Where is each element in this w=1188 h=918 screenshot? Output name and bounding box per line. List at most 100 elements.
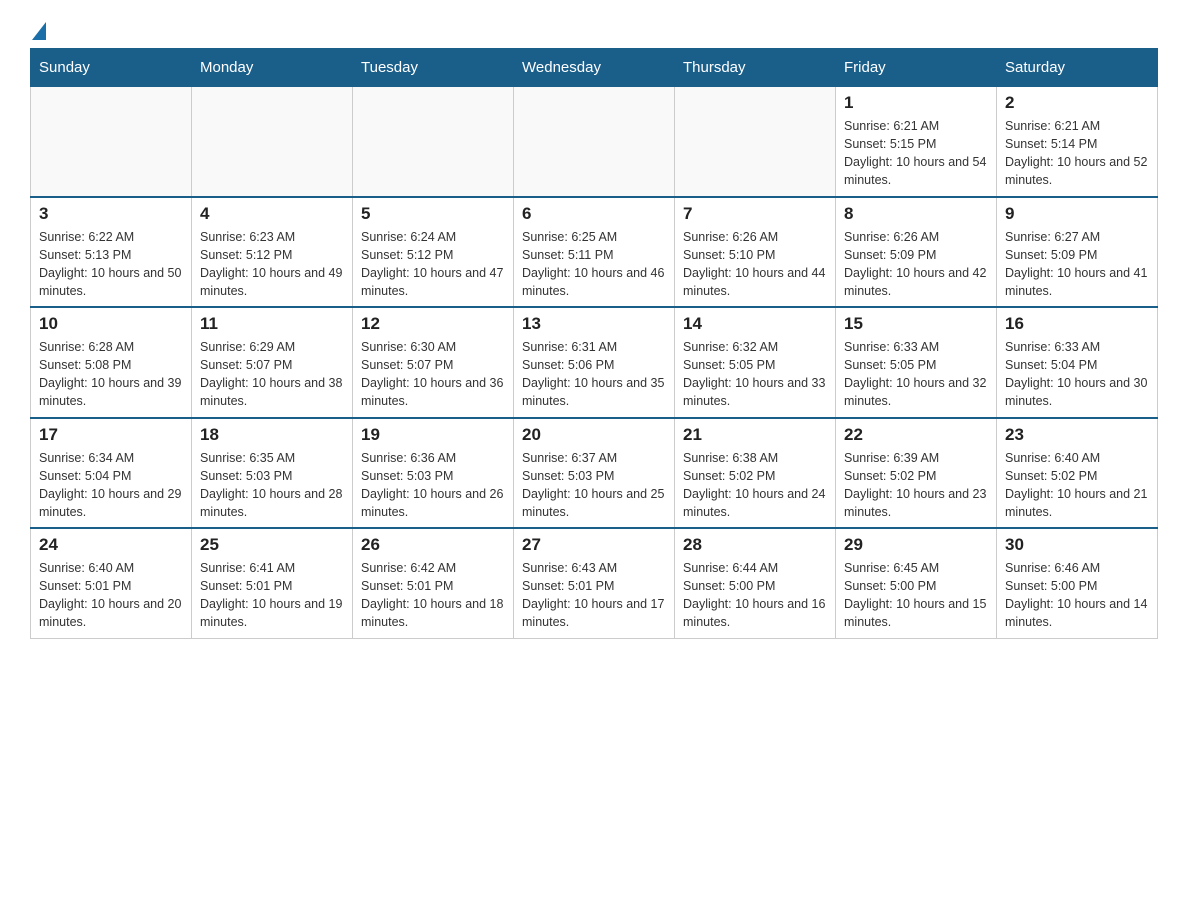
day-info: Sunrise: 6:40 AMSunset: 5:02 PMDaylight:… xyxy=(1005,449,1149,522)
day-info: Sunrise: 6:33 AMSunset: 5:05 PMDaylight:… xyxy=(844,338,988,411)
day-info: Sunrise: 6:30 AMSunset: 5:07 PMDaylight:… xyxy=(361,338,505,411)
day-info: Sunrise: 6:24 AMSunset: 5:12 PMDaylight:… xyxy=(361,228,505,301)
calendar-cell: 11Sunrise: 6:29 AMSunset: 5:07 PMDayligh… xyxy=(192,307,353,418)
calendar-cell: 3 Sunrise: 6:22 AMSunset: 5:13 PMDaylight… xyxy=(31,197,192,308)
calendar-cell: 12 Sunrise: 6:30 AMSunset: 5:07 PMDayligh… xyxy=(353,307,514,418)
weekday-header-monday: Monday xyxy=(192,49,353,87)
calendar-week-4: 17 Sunrise: 6:34 AMSunset: 5:04 PMDayligh… xyxy=(31,418,1158,529)
calendar-cell: 1 Sunrise: 6:21 AMSunset: 5:15 PMDaylight… xyxy=(836,87,997,197)
day-info: Sunrise: 6:37 AMSunset: 5:03 PMDaylight:… xyxy=(522,449,666,522)
day-info: Sunrise: 6:31 AMSunset: 5:06 PMDaylight:… xyxy=(522,338,666,411)
day-info: Sunrise: 6:33 AMSunset: 5:04 PMDaylight:… xyxy=(1005,338,1149,411)
calendar-cell: 5Sunrise: 6:24 AMSunset: 5:12 PMDaylight… xyxy=(353,197,514,308)
day-info: Sunrise: 6:41 AMSunset: 5:01 PMDaylight:… xyxy=(200,559,344,632)
calendar-cell: 4Sunrise: 6:23 AMSunset: 5:12 PMDaylight… xyxy=(192,197,353,308)
day-number: 14 xyxy=(683,314,827,334)
calendar-cell xyxy=(31,87,192,197)
day-info: Sunrise: 6:42 AMSunset: 5:01 PMDaylight:… xyxy=(361,559,505,632)
calendar-cell: 22 Sunrise: 6:39 AMSunset: 5:02 PMDayligh… xyxy=(836,418,997,529)
day-number: 7 xyxy=(683,204,827,224)
calendar-cell: 19 Sunrise: 6:36 AMSunset: 5:03 PMDayligh… xyxy=(353,418,514,529)
day-number: 1 xyxy=(844,93,988,113)
day-number: 6 xyxy=(522,204,666,224)
page-header xyxy=(30,20,1158,38)
day-number: 18 xyxy=(200,425,344,445)
calendar-cell: 21 Sunrise: 6:38 AMSunset: 5:02 PMDayligh… xyxy=(675,418,836,529)
day-number: 11 xyxy=(200,314,344,334)
calendar-cell xyxy=(353,87,514,197)
day-number: 4 xyxy=(200,204,344,224)
day-info: Sunrise: 6:26 AMSunset: 5:09 PMDaylight:… xyxy=(844,228,988,301)
day-info: Sunrise: 6:25 AMSunset: 5:11 PMDaylight:… xyxy=(522,228,666,301)
day-info: Sunrise: 6:39 AMSunset: 5:02 PMDaylight:… xyxy=(844,449,988,522)
day-info: Sunrise: 6:38 AMSunset: 5:02 PMDaylight:… xyxy=(683,449,827,522)
day-info: Sunrise: 6:21 AMSunset: 5:14 PMDaylight:… xyxy=(1005,117,1149,190)
day-number: 24 xyxy=(39,535,183,555)
calendar-cell: 27 Sunrise: 6:43 AMSunset: 5:01 PMDayligh… xyxy=(514,528,675,638)
calendar-cell xyxy=(192,87,353,197)
calendar-cell xyxy=(514,87,675,197)
day-info: Sunrise: 6:46 AMSunset: 5:00 PMDaylight:… xyxy=(1005,559,1149,632)
calendar-week-5: 24 Sunrise: 6:40 AMSunset: 5:01 PMDayligh… xyxy=(31,528,1158,638)
weekday-header-wednesday: Wednesday xyxy=(514,49,675,87)
logo-triangle-icon xyxy=(32,22,46,40)
calendar-cell: 7 Sunrise: 6:26 AMSunset: 5:10 PMDaylight… xyxy=(675,197,836,308)
day-info: Sunrise: 6:28 AMSunset: 5:08 PMDaylight:… xyxy=(39,338,183,411)
day-number: 9 xyxy=(1005,204,1149,224)
day-info: Sunrise: 6:44 AMSunset: 5:00 PMDaylight:… xyxy=(683,559,827,632)
day-number: 23 xyxy=(1005,425,1149,445)
calendar-table: SundayMondayTuesdayWednesdayThursdayFrid… xyxy=(30,48,1158,639)
calendar-cell: 10 Sunrise: 6:28 AMSunset: 5:08 PMDayligh… xyxy=(31,307,192,418)
weekday-header-saturday: Saturday xyxy=(997,49,1158,87)
weekday-header-friday: Friday xyxy=(836,49,997,87)
day-info: Sunrise: 6:36 AMSunset: 5:03 PMDaylight:… xyxy=(361,449,505,522)
day-number: 17 xyxy=(39,425,183,445)
day-info: Sunrise: 6:45 AMSunset: 5:00 PMDaylight:… xyxy=(844,559,988,632)
day-number: 20 xyxy=(522,425,666,445)
day-number: 3 xyxy=(39,204,183,224)
calendar-cell: 16 Sunrise: 6:33 AMSunset: 5:04 PMDayligh… xyxy=(997,307,1158,418)
day-number: 21 xyxy=(683,425,827,445)
day-number: 8 xyxy=(844,204,988,224)
calendar-cell xyxy=(675,87,836,197)
calendar-week-1: 1 Sunrise: 6:21 AMSunset: 5:15 PMDaylight… xyxy=(31,87,1158,197)
day-number: 25 xyxy=(200,535,344,555)
day-info: Sunrise: 6:35 AMSunset: 5:03 PMDaylight:… xyxy=(200,449,344,522)
day-number: 16 xyxy=(1005,314,1149,334)
calendar-cell: 8 Sunrise: 6:26 AMSunset: 5:09 PMDaylight… xyxy=(836,197,997,308)
calendar-cell: 14 Sunrise: 6:32 AMSunset: 5:05 PMDayligh… xyxy=(675,307,836,418)
calendar-cell: 9 Sunrise: 6:27 AMSunset: 5:09 PMDaylight… xyxy=(997,197,1158,308)
day-number: 30 xyxy=(1005,535,1149,555)
day-info: Sunrise: 6:32 AMSunset: 5:05 PMDaylight:… xyxy=(683,338,827,411)
calendar-cell: 23 Sunrise: 6:40 AMSunset: 5:02 PMDayligh… xyxy=(997,418,1158,529)
calendar-cell: 6 Sunrise: 6:25 AMSunset: 5:11 PMDaylight… xyxy=(514,197,675,308)
calendar-week-2: 3 Sunrise: 6:22 AMSunset: 5:13 PMDaylight… xyxy=(31,197,1158,308)
day-number: 22 xyxy=(844,425,988,445)
calendar-cell: 25 Sunrise: 6:41 AMSunset: 5:01 PMDayligh… xyxy=(192,528,353,638)
calendar-cell: 28Sunrise: 6:44 AMSunset: 5:00 PMDayligh… xyxy=(675,528,836,638)
day-number: 27 xyxy=(522,535,666,555)
day-number: 12 xyxy=(361,314,505,334)
day-number: 15 xyxy=(844,314,988,334)
day-info: Sunrise: 6:34 AMSunset: 5:04 PMDaylight:… xyxy=(39,449,183,522)
calendar-cell: 29Sunrise: 6:45 AMSunset: 5:00 PMDayligh… xyxy=(836,528,997,638)
weekday-header-thursday: Thursday xyxy=(675,49,836,87)
calendar-cell: 18 Sunrise: 6:35 AMSunset: 5:03 PMDayligh… xyxy=(192,418,353,529)
logo xyxy=(30,20,46,38)
calendar-week-3: 10 Sunrise: 6:28 AMSunset: 5:08 PMDayligh… xyxy=(31,307,1158,418)
day-number: 10 xyxy=(39,314,183,334)
day-info: Sunrise: 6:26 AMSunset: 5:10 PMDaylight:… xyxy=(683,228,827,301)
day-info: Sunrise: 6:40 AMSunset: 5:01 PMDaylight:… xyxy=(39,559,183,632)
calendar-cell: 13Sunrise: 6:31 AMSunset: 5:06 PMDayligh… xyxy=(514,307,675,418)
day-info: Sunrise: 6:21 AMSunset: 5:15 PMDaylight:… xyxy=(844,117,988,190)
day-info: Sunrise: 6:27 AMSunset: 5:09 PMDaylight:… xyxy=(1005,228,1149,301)
day-info: Sunrise: 6:22 AMSunset: 5:13 PMDaylight:… xyxy=(39,228,183,301)
calendar-cell: 15 Sunrise: 6:33 AMSunset: 5:05 PMDayligh… xyxy=(836,307,997,418)
day-number: 26 xyxy=(361,535,505,555)
day-number: 19 xyxy=(361,425,505,445)
day-info: Sunrise: 6:43 AMSunset: 5:01 PMDaylight:… xyxy=(522,559,666,632)
weekday-header-row: SundayMondayTuesdayWednesdayThursdayFrid… xyxy=(31,49,1158,87)
calendar-cell: 30 Sunrise: 6:46 AMSunset: 5:00 PMDayligh… xyxy=(997,528,1158,638)
calendar-cell: 17 Sunrise: 6:34 AMSunset: 5:04 PMDayligh… xyxy=(31,418,192,529)
calendar-cell: 24 Sunrise: 6:40 AMSunset: 5:01 PMDayligh… xyxy=(31,528,192,638)
